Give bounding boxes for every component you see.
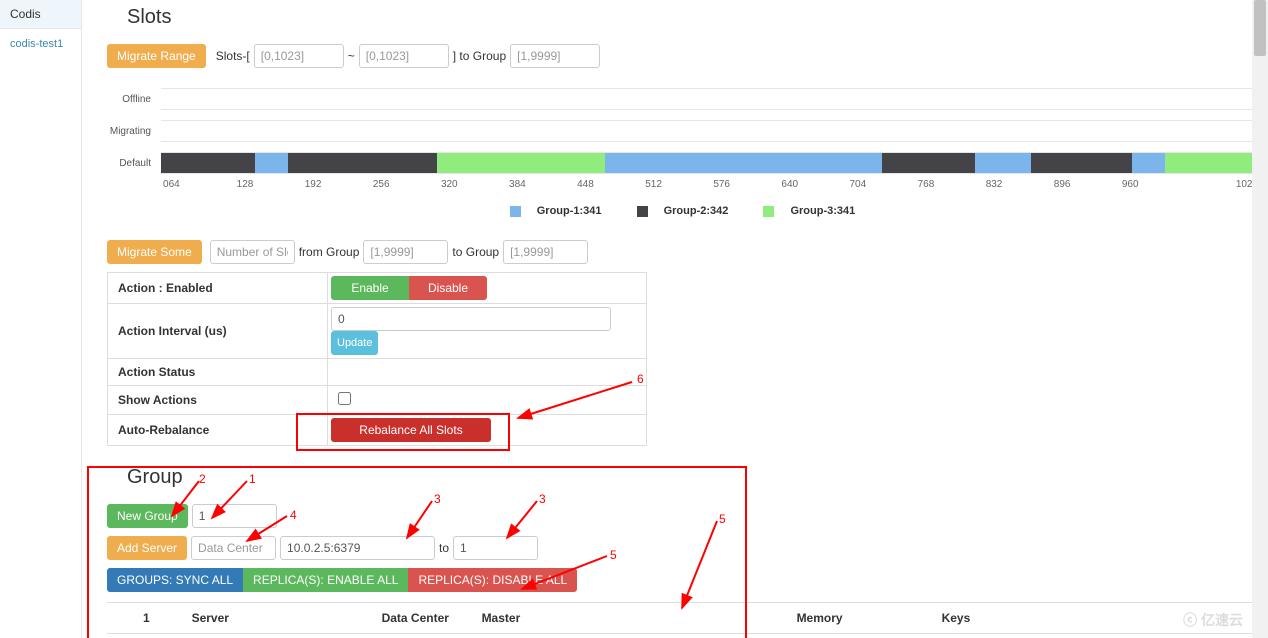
chart-label-migrating: Migrating: [107, 126, 161, 137]
update-button[interactable]: Update: [331, 331, 378, 355]
slot-segment-group1[interactable]: [255, 153, 288, 173]
col-memory: Memory: [791, 602, 936, 633]
tick: 384: [509, 179, 577, 190]
slot-segment-group3[interactable]: [1165, 153, 1258, 173]
enable-button[interactable]: Enable: [331, 276, 409, 300]
auto-rebalance-label: Auto-Rebalance: [108, 414, 328, 445]
slot-segment-group1[interactable]: [975, 153, 1031, 173]
migrate-range-row: Migrate Range Slots-[ ~ ] to Group: [107, 44, 1258, 68]
action-status-label: Action Status: [108, 358, 328, 385]
memory-value: 58.22 MB / 97.66 MB: [791, 633, 936, 638]
slot-segment-group2[interactable]: [161, 153, 255, 173]
chart-ticks: 0641281922563203844485125766407047688328…: [163, 179, 1258, 190]
slots-title: Slots: [127, 6, 1258, 29]
migrate-some-row: Migrate Some from Group to Group: [107, 240, 1258, 264]
tick: 576: [713, 179, 781, 190]
migrate-range-sep: ~: [348, 49, 355, 63]
migrate-some-to-input[interactable]: [503, 240, 588, 264]
slot-segment-group2[interactable]: [288, 153, 437, 173]
migrate-some-button[interactable]: Migrate Some: [107, 240, 202, 264]
swatch-group1: [510, 206, 521, 217]
tick: 320: [441, 179, 509, 190]
sidebar-header: Codis: [0, 0, 81, 29]
tick: 640: [781, 179, 849, 190]
col-keys: Keys: [936, 602, 1228, 633]
chart-label-offline: Offline: [107, 94, 161, 105]
to-group-label: to Group: [452, 245, 499, 259]
slots-open-label: Slots-[: [216, 49, 250, 63]
scrollbar[interactable]: [1252, 0, 1268, 638]
scrollbar-thumb[interactable]: [1254, 0, 1266, 56]
migrate-range-group-input[interactable]: [510, 44, 600, 68]
tick: 128: [237, 179, 305, 190]
tick: 192: [305, 179, 373, 190]
slots-close-label: ] to Group: [453, 49, 506, 63]
migrate-some-slots-input[interactable]: [210, 240, 295, 264]
slot-segment-group3[interactable]: [437, 153, 605, 173]
tick: 832: [986, 179, 1054, 190]
slot-segment-group1[interactable]: [1132, 153, 1165, 173]
sidebar: Codis codis-test1: [0, 0, 82, 638]
migrate-range-button[interactable]: Migrate Range: [107, 44, 206, 68]
chart-label-default: Default: [107, 158, 161, 169]
slot-segment-group2[interactable]: [1031, 153, 1132, 173]
disable-button[interactable]: Disable: [409, 276, 487, 300]
main-content: Slots Migrate Range Slots-[ ~ ] to Group…: [82, 0, 1268, 638]
tick: 960: [1122, 179, 1190, 190]
show-actions-label: Show Actions: [108, 385, 328, 414]
tick: 704: [850, 179, 918, 190]
slot-segment-group1[interactable]: [605, 153, 881, 173]
action-interval-label: Action Interval (us): [108, 303, 328, 358]
tick: 896: [1054, 179, 1122, 190]
slot-chart: Offline Migrating Default 06412819225632…: [107, 83, 1258, 220]
keys-value: db4:keys=99975,expires=0,avg_ttl=0db5:ke…: [936, 633, 1228, 638]
migrate-range-to-input[interactable]: [359, 44, 449, 68]
tick: 512: [645, 179, 713, 190]
tick: 64: [169, 179, 237, 190]
chart-legend: Group-1:341 Group-2:342 Group-3:341: [107, 205, 1258, 220]
show-actions-checkbox[interactable]: [338, 392, 351, 405]
legend-item-1: Group-1:341: [502, 205, 610, 217]
default-bar: [161, 152, 1258, 174]
tick: 448: [577, 179, 645, 190]
swatch-group3: [763, 206, 774, 217]
action-enabled-label: Action : Enabled: [108, 272, 328, 303]
swatch-group2: [637, 206, 648, 217]
tick: 768: [918, 179, 986, 190]
tick: 1024: [1190, 179, 1258, 190]
tick: 256: [373, 179, 441, 190]
legend-item-2: Group-2:342: [629, 205, 737, 217]
migrate-range-from-input[interactable]: [254, 44, 344, 68]
slot-segment-group2[interactable]: [882, 153, 975, 173]
interval-input[interactable]: [331, 307, 611, 331]
legend-item-3: Group-3:341: [755, 205, 863, 217]
sidebar-item-codis-test1[interactable]: codis-test1: [0, 29, 81, 59]
from-group-label: from Group: [299, 245, 360, 259]
migrate-some-from-input[interactable]: [363, 240, 448, 264]
